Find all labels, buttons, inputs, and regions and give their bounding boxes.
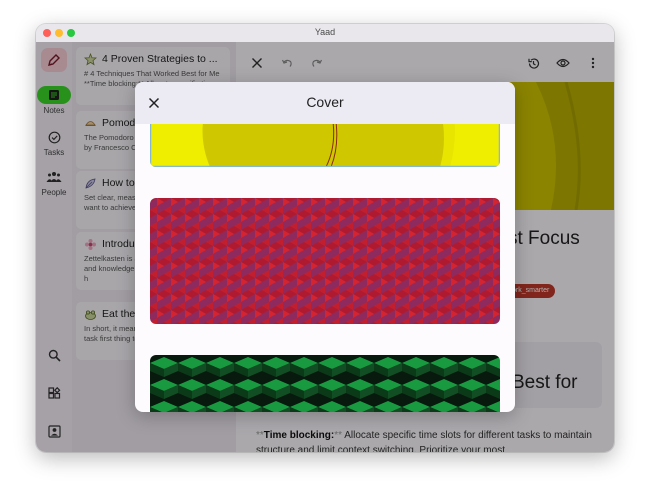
title-bar: Yaad xyxy=(36,24,614,43)
cover-dialog: Cover xyxy=(135,82,515,412)
window-title: Yaad xyxy=(314,27,336,37)
dialog-title: Cover xyxy=(306,94,344,110)
cover-option-red[interactable] xyxy=(150,198,500,324)
cover-option-green[interactable] xyxy=(150,355,500,412)
dialog-header: Cover xyxy=(135,82,515,124)
